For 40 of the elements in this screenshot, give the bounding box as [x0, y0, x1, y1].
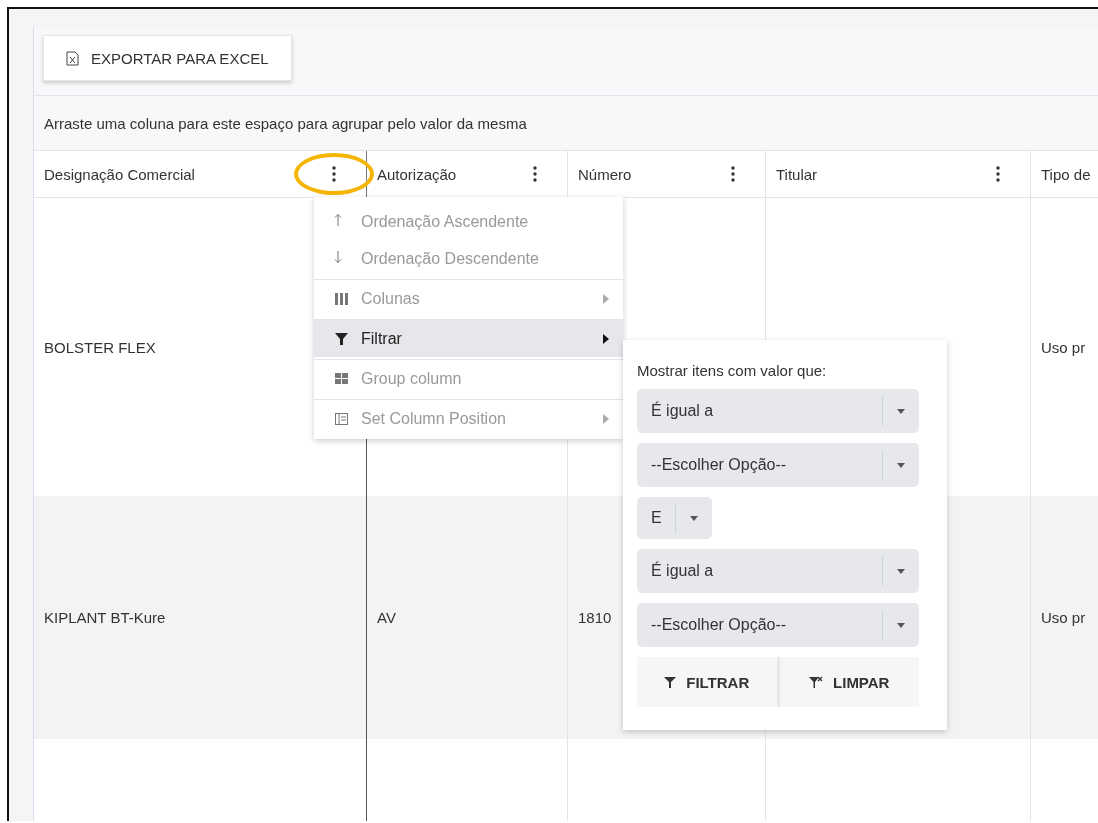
caret-down-icon [897, 408, 905, 414]
column-header[interactable]: Designação Comercial [44, 165, 195, 183]
clear-filter-icon [809, 675, 824, 689]
excel-file-icon [66, 50, 79, 66]
dropdown[interactable]: É igual a [637, 549, 919, 593]
caret-down-icon [897, 568, 905, 574]
arrow-up-icon [334, 212, 342, 227]
caret-right-icon [603, 413, 609, 424]
dropdown[interactable]: --Escolher Opção-- [637, 443, 919, 487]
layout-icon [334, 410, 349, 427]
dropdown[interactable]: --Escolher Opção-- [637, 603, 919, 647]
filter-label: Mostrar itens com valor que: [637, 362, 828, 379]
dropdown[interactable]: É igual a [637, 389, 919, 433]
export-button[interactable]: EXPORTAR PARA EXCEL [43, 35, 292, 81]
column-header[interactable]: Tipo de [1041, 165, 1091, 183]
columns-icon [334, 290, 349, 307]
caret-down-icon [690, 515, 698, 521]
table-cell: KIPLANT BT-Kure [44, 609, 166, 626]
table-cell: BOLSTER FLEX [44, 338, 156, 356]
table-cell: Uso pr [1041, 338, 1086, 356]
dropdown[interactable]: E [637, 497, 712, 539]
arrow-down-icon [334, 249, 342, 264]
column-menu-icon[interactable] [996, 166, 1000, 182]
caret-down-icon [897, 462, 905, 468]
filter-icon [334, 330, 349, 347]
caret-right-icon [603, 293, 609, 304]
column-menu-icon[interactable] [731, 166, 735, 182]
caret-right-icon [603, 333, 609, 344]
column-header[interactable]: Titular [776, 165, 818, 183]
table-cell: AV [377, 609, 396, 626]
grid-icon [334, 370, 349, 387]
table-cell: 1810 [578, 609, 612, 626]
menu-item[interactable]: Filtrar [314, 320, 623, 357]
filter-icon [664, 675, 677, 689]
column-header[interactable]: Número [578, 165, 632, 183]
group-hint: Arraste uma coluna para este espaço para agrupar pelo valor da mesma [44, 114, 527, 132]
column-header[interactable]: Autorização [377, 165, 457, 183]
column-menu-icon[interactable] [533, 166, 537, 182]
table-cell: Uso pr [1041, 609, 1086, 626]
caret-down-icon [897, 622, 905, 628]
